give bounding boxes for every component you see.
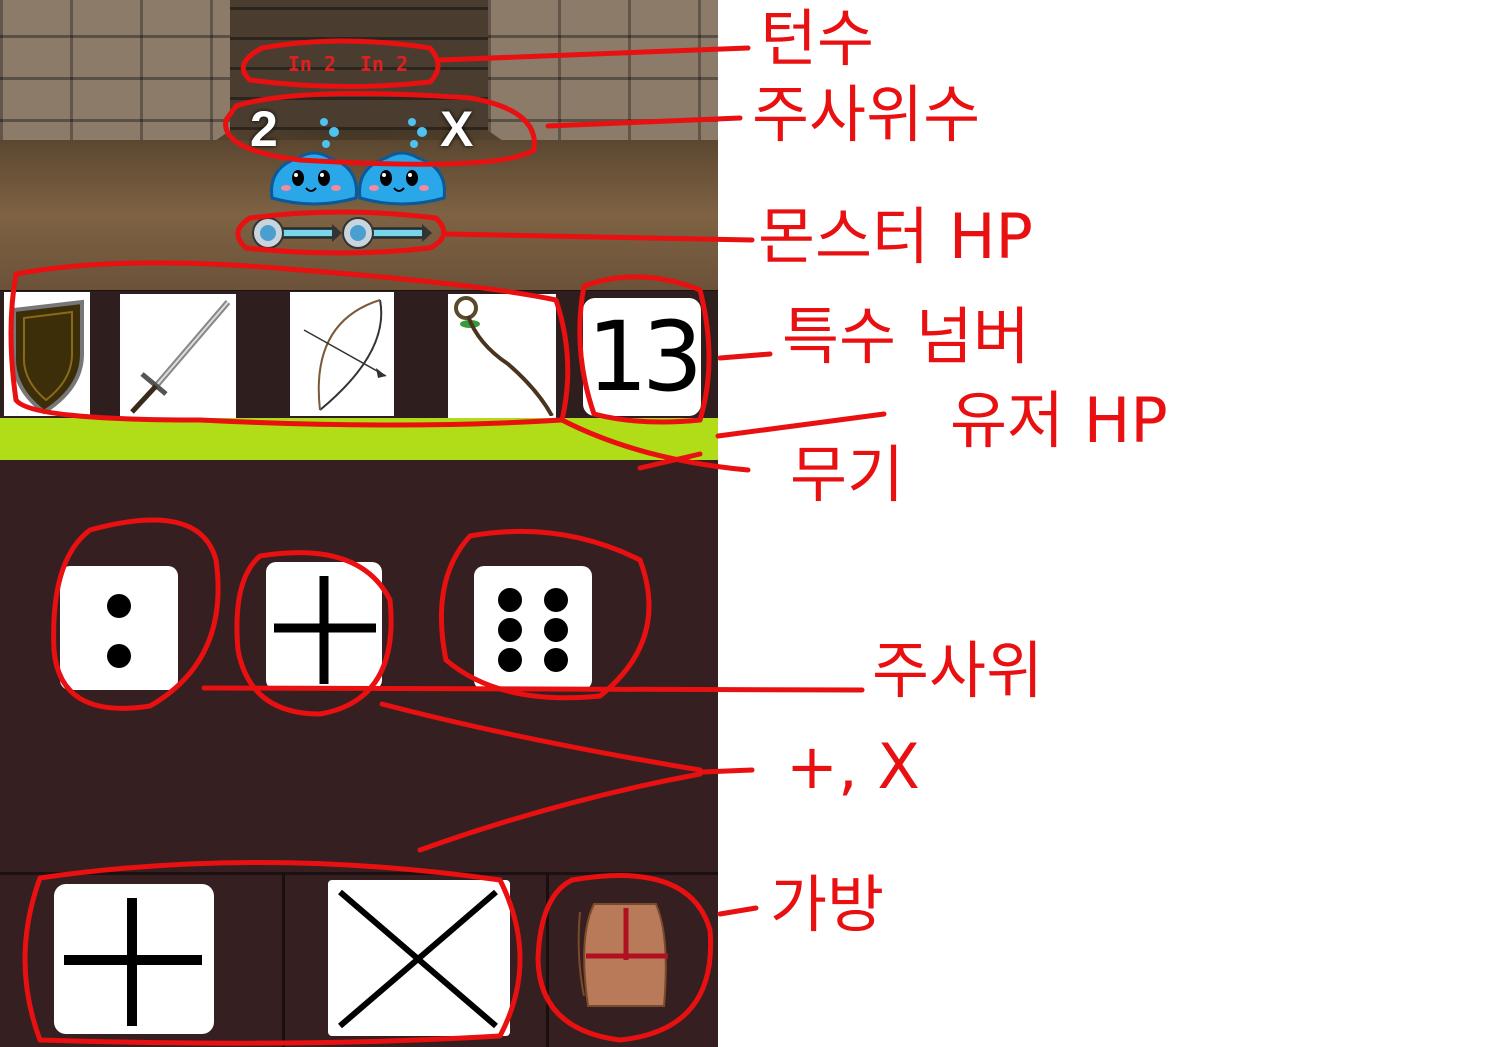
annotation-turns: 턴수 — [760, 2, 875, 75]
monster-hp-bar-2 — [342, 217, 432, 249]
bag-button[interactable] — [574, 896, 674, 1012]
monster-hp-bar-1 — [252, 217, 342, 249]
dice-six[interactable] — [474, 566, 592, 690]
multiply-button[interactable] — [328, 880, 510, 1036]
monster-slime-1[interactable] — [268, 148, 360, 206]
special-number: 13 — [583, 298, 703, 416]
shield-icon — [11, 299, 84, 415]
annotation-dice: 주사위 — [872, 634, 1044, 707]
plus-button[interactable] — [54, 884, 214, 1034]
plus-icon — [64, 898, 202, 1026]
turn-counter: In 2 In 2 — [268, 48, 428, 80]
weapon-slot-bow[interactable] — [290, 292, 394, 416]
dice-two[interactable] — [60, 566, 178, 690]
annotation-weapon: 무기 — [790, 438, 905, 511]
bag-icon — [577, 903, 668, 1007]
weapon-slot-sword[interactable] — [120, 294, 236, 418]
annotation-dice-count: 주사위수 — [752, 78, 981, 151]
annotation-operators: +, X — [786, 730, 920, 803]
annotation-bag: 가방 — [770, 868, 885, 941]
staff-icon — [454, 296, 554, 417]
monster-slime-2[interactable] — [356, 148, 448, 206]
annotation-monster-hp: 몬스터 HP — [758, 200, 1033, 273]
annotation-special-number: 특수 넘버 — [782, 300, 1030, 373]
bow-icon — [303, 299, 387, 411]
user-hp-bar — [0, 418, 718, 460]
multiply-icon — [338, 889, 498, 1029]
turn-counter-left: In 2 — [287, 52, 336, 76]
weapon-slot-staff[interactable] — [448, 294, 556, 418]
sword-icon — [130, 300, 231, 414]
turn-counter-right: In 2 — [360, 52, 409, 76]
plus-icon — [274, 576, 376, 684]
dice-plus[interactable] — [266, 562, 382, 690]
annotation-user-hp: 유저 HP — [950, 384, 1168, 457]
game-screen: In 2 In 2 2 X 13 — [0, 0, 718, 1047]
weapon-slot-shield[interactable] — [4, 292, 90, 416]
